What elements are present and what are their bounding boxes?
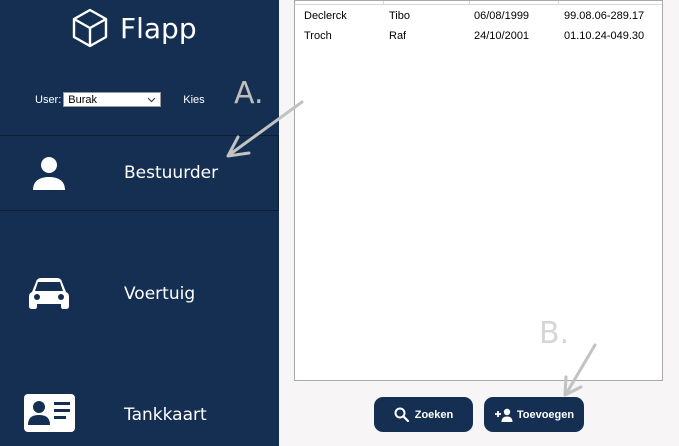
annotation-arrow-b [563, 343, 597, 397]
annotation-arrow-a [226, 100, 304, 158]
annotation-arrows [226, 100, 597, 397]
